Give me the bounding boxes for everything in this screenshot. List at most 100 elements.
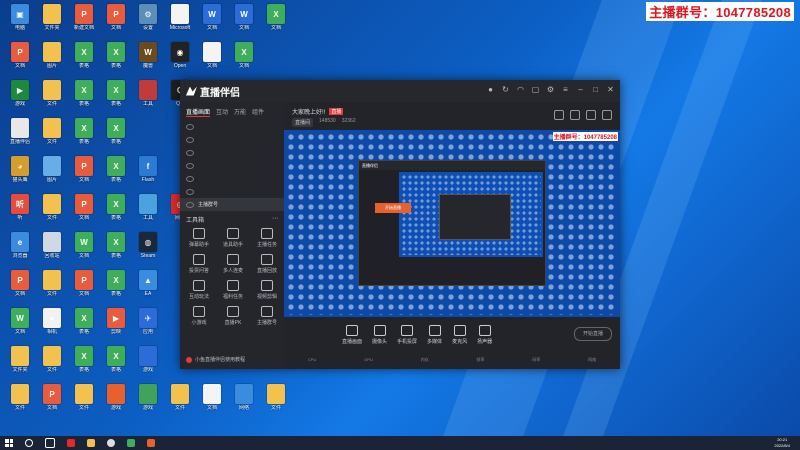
room-title-text[interactable]: 大家晚上好!! — [292, 107, 325, 116]
desktop-icon[interactable]: X 表格 — [100, 232, 132, 259]
desktop-icon[interactable]: X 表格 — [100, 346, 132, 373]
desktop-icon[interactable]: 工具 — [132, 80, 164, 107]
source-tool[interactable]: 多媒体 — [427, 325, 442, 345]
desktop-icon[interactable]: 文档 — [196, 384, 228, 411]
desktop-icon[interactable]: 直播伴侣 — [4, 118, 36, 145]
toolbox-item[interactable]: 多人连麦 — [216, 254, 250, 274]
toolbox-item[interactable]: 福利任务 — [216, 280, 250, 300]
desktop-icon[interactable]: 网络 — [228, 384, 260, 411]
tab-universal[interactable]: 万能 — [234, 107, 246, 117]
desktop-icon[interactable]: 文件夹 — [36, 4, 68, 31]
refresh-icon[interactable]: ↻ — [500, 84, 511, 95]
desktop-icon[interactable]: W 文档 — [196, 4, 228, 31]
toolbox-item[interactable]: 视频剪辑 — [250, 280, 284, 300]
desktop-icon[interactable]: X 表格 — [100, 80, 132, 107]
app-icon[interactable] — [127, 439, 135, 447]
desktop-icon[interactable]: 工具 — [132, 194, 164, 221]
desktop-icon[interactable]: X 表格 — [100, 42, 132, 69]
tab-interact[interactable]: 互动 — [216, 107, 228, 117]
desktop-icon[interactable]: P 文档 — [4, 42, 36, 69]
start-icon[interactable] — [5, 439, 13, 447]
desktop-icon[interactable]: 文件 — [36, 80, 68, 107]
scene-item[interactable] — [180, 133, 284, 146]
desktop-icon[interactable]: P 文档 — [68, 270, 100, 297]
desktop-icon[interactable]: 图片 — [36, 156, 68, 183]
desktop-icon[interactable]: ▣ 电脑 — [4, 4, 36, 31]
desktop-icon[interactable]: f Flash — [132, 156, 164, 183]
source-tool[interactable]: 麦克风 — [452, 325, 467, 345]
app-icon[interactable] — [67, 439, 75, 447]
desktop-icon[interactable]: P 文档 — [36, 384, 68, 411]
system-clock[interactable]: 20:21 2022/8/4 — [774, 437, 790, 449]
lock-icon[interactable] — [570, 110, 580, 120]
scene-item[interactable] — [180, 172, 284, 185]
source-tool[interactable]: 直播画面 — [342, 325, 362, 345]
desktop-icon[interactable]: P 文档 — [4, 270, 36, 297]
close-icon[interactable]: ✕ — [605, 84, 616, 95]
source-tool[interactable]: 摄像头 — [372, 325, 387, 345]
search-icon[interactable] — [25, 439, 33, 447]
toolbox-item[interactable]: 弹幕助手 — [182, 228, 216, 248]
toolbox-item[interactable]: 主播任务 — [250, 228, 284, 248]
link-icon[interactable] — [602, 110, 612, 120]
desktop-icon[interactable]: 文件 — [68, 384, 100, 411]
desktop-icon[interactable]: 听听 — [4, 194, 36, 221]
eye-icon[interactable] — [186, 123, 194, 130]
app-icon[interactable] — [87, 439, 95, 447]
eye-icon[interactable] — [186, 149, 194, 156]
toolbox-item[interactable]: 直播回放 — [250, 254, 284, 274]
desktop-icon[interactable]: ● 相机 — [36, 308, 68, 335]
tab-live-scene[interactable]: 直播画面 — [186, 107, 211, 117]
desktop-icon[interactable]: e 浏览器 — [4, 232, 36, 259]
avatar-icon[interactable]: ● — [485, 84, 496, 95]
headset-icon[interactable]: ◠ — [515, 84, 526, 95]
toolbox-item[interactable]: 主播群号 — [250, 306, 284, 326]
toolbox-item[interactable]: 道具助手 — [216, 228, 250, 248]
desktop-icon[interactable]: X 表格 — [100, 194, 132, 221]
tab-components[interactable]: 组件 — [252, 107, 264, 117]
desktop-icon[interactable]: ◕ 猫头鹰 — [4, 156, 36, 183]
scene-item[interactable] — [180, 159, 284, 172]
desktop-icon[interactable]: W 文档 — [4, 308, 36, 335]
scene-item[interactable] — [180, 185, 284, 198]
menu-icon[interactable]: ≡ — [560, 84, 571, 95]
toolbox-item[interactable]: 投票问答 — [182, 254, 216, 274]
task-view-icon[interactable] — [45, 438, 55, 448]
desktop-icon[interactable]: W 文档 — [228, 4, 260, 31]
desktop-icon[interactable]: Microsoft — [164, 4, 196, 31]
minimize-icon[interactable]: – — [575, 84, 586, 95]
maximize-icon[interactable]: □ — [590, 84, 601, 95]
live-preview[interactable]: 主播群号：1047785208 直播伴侣 开始直播 — [284, 130, 620, 317]
desktop-icon[interactable]: W 魔兽 — [132, 42, 164, 69]
desktop-icon[interactable]: ▲ EA — [132, 270, 164, 297]
desktop-icon[interactable]: 文件 — [164, 384, 196, 411]
desktop-icon[interactable]: X 表格 — [68, 42, 100, 69]
tutorial-notice[interactable]: 小鱼直播伴侣使用教程 — [186, 356, 245, 363]
eye-icon[interactable] — [186, 162, 194, 169]
desktop-icon[interactable]: 文档 — [196, 42, 228, 69]
desktop-icon[interactable]: 文件 — [36, 118, 68, 145]
source-tool[interactable]: 扬声器 — [477, 325, 492, 345]
eye-icon[interactable] — [186, 201, 194, 208]
scene-item[interactable] — [180, 146, 284, 159]
desktop-icon[interactable]: 文件 — [36, 346, 68, 373]
desktop-icon[interactable]: X 文档 — [260, 4, 292, 31]
desktop-icon[interactable]: 文件夹 — [4, 346, 36, 373]
desktop-icon[interactable]: 文件 — [260, 384, 292, 411]
toolbox-item[interactable]: 直播PK — [216, 306, 250, 326]
toolbox-item[interactable]: 小游戏 — [182, 306, 216, 326]
desktop-icon[interactable]: ⚙ 设置 — [132, 4, 164, 31]
eye-icon[interactable] — [186, 175, 194, 182]
desktop-icon[interactable]: X 表格 — [68, 80, 100, 107]
desktop-icon[interactable]: 回收站 — [36, 232, 68, 259]
desktop-icon[interactable]: P 新建文档 — [68, 4, 100, 31]
title-bar[interactable]: 直播伴侣 ● ↻ ◠ ▢ ⚙ ≡ – □ ✕ — [180, 80, 620, 102]
chat-icon[interactable]: ▢ — [530, 84, 541, 95]
desktop-icon[interactable]: 游戏 — [100, 384, 132, 411]
start-live-button[interactable]: 开始直播 — [574, 327, 612, 341]
toolbox-more-icon[interactable]: ⋯ — [272, 215, 278, 224]
desktop-icon[interactable]: ▶ 剪映 — [100, 308, 132, 335]
eye-icon[interactable] — [186, 136, 194, 143]
desktop-icon[interactable]: ▶ 游戏 — [4, 80, 36, 107]
desktop-icon[interactable]: X 表格 — [100, 118, 132, 145]
